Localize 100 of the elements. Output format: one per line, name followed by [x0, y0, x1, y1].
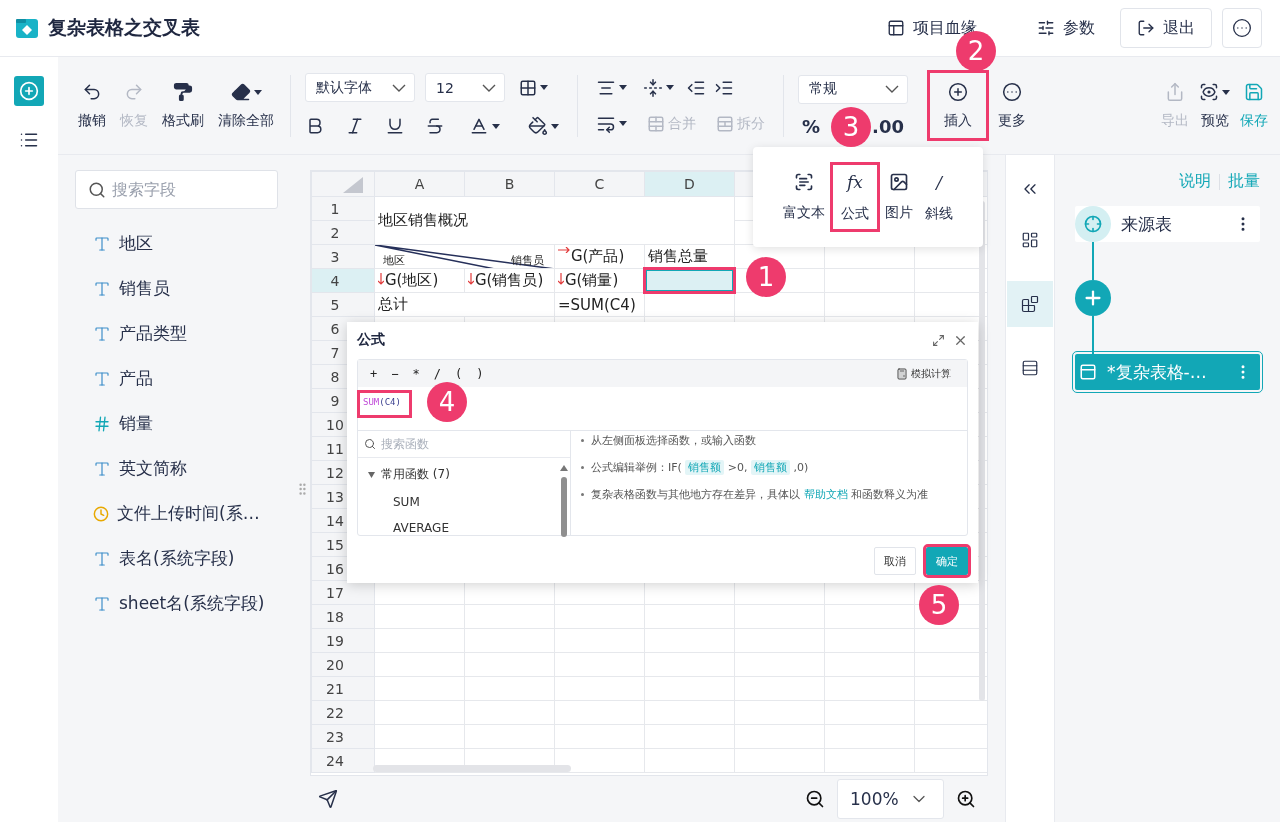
side-tab[interactable]	[1007, 281, 1053, 327]
bullet	[581, 439, 584, 442]
field-tag: 销售额	[685, 460, 725, 475]
plus-icon	[19, 81, 39, 101]
operator-button[interactable]: *	[410, 366, 422, 381]
node-label: 来源表	[1121, 212, 1172, 236]
operator-button[interactable]: )	[474, 366, 486, 381]
selected-cell[interactable]	[644, 268, 735, 293]
more-icon	[1002, 82, 1022, 102]
cancel-button[interactable]: 取消	[874, 547, 916, 575]
chevron-down-icon	[885, 85, 899, 93]
field-item[interactable]: 销售员	[75, 266, 278, 311]
search-field[interactable]: 搜索字段	[112, 180, 262, 199]
number-type-icon	[93, 414, 111, 433]
field-item[interactable]: 文件上传时间(系…	[75, 491, 278, 536]
field-name: 英文简称	[119, 457, 187, 480]
expand-down-icon	[558, 273, 564, 285]
field-item[interactable]: 英文简称	[75, 446, 278, 491]
flow-node[interactable]: 来源表	[1075, 206, 1260, 242]
column-header[interactable]: B	[464, 171, 555, 197]
field-item[interactable]: 销量	[75, 401, 278, 446]
underline-icon[interactable]	[385, 116, 405, 136]
image-icon	[889, 172, 909, 192]
caret-icon	[619, 121, 627, 126]
operator-button[interactable]: (	[452, 366, 465, 381]
send-icon[interactable]	[318, 789, 338, 809]
operator-button[interactable]: −	[389, 366, 401, 381]
italic-icon[interactable]	[345, 116, 365, 136]
simulate-button[interactable]: 模拟计算	[890, 365, 957, 382]
row-number: 4	[311, 268, 375, 293]
add-node-button[interactable]	[1075, 280, 1111, 316]
field-item[interactable]: 产品类型	[75, 311, 278, 356]
border-icon	[519, 78, 537, 97]
font-size-select[interactable]: 12	[425, 73, 505, 102]
table-cell: 总计	[374, 292, 555, 317]
merge-icon	[647, 114, 665, 133]
insert-button[interactable]: 插入	[930, 73, 986, 138]
maximize-icon[interactable]	[932, 333, 945, 347]
field-name: 产品类型	[119, 322, 187, 345]
table-cell: G(产品)	[571, 247, 625, 265]
field-item[interactable]: 表名(系统字段)	[75, 536, 278, 581]
field-item[interactable]: sheet名(系统字段)	[75, 581, 278, 626]
column-header[interactable]: C	[554, 171, 645, 197]
connector-line	[1092, 316, 1094, 354]
percent-button[interactable]: %	[798, 115, 825, 137]
field-item[interactable]: 产品	[75, 356, 278, 401]
search-box[interactable]: 搜索字段	[75, 170, 278, 209]
more-button[interactable]	[1222, 8, 1262, 48]
blocks-icon	[1021, 295, 1039, 313]
add-button[interactable]	[14, 76, 44, 106]
column-header[interactable]: A	[374, 171, 465, 197]
exit-button[interactable]: 退出	[1120, 8, 1212, 48]
clock-icon	[93, 505, 109, 522]
scan-text-icon	[794, 172, 814, 192]
text-type-icon	[93, 324, 111, 343]
text-type-icon	[93, 459, 111, 478]
table-cell: G(销量)	[565, 271, 619, 289]
hint-text: 公式编辑举例：IF( 销售额 >0, 销售额 ,0)	[591, 460, 809, 475]
number-format-select[interactable]: 常规	[798, 74, 908, 104]
expand-triangle-icon	[368, 471, 375, 478]
save-icon	[1244, 82, 1264, 102]
lineage-icon	[887, 19, 905, 37]
field-item[interactable]: 地区	[75, 221, 278, 266]
text-type-icon	[93, 234, 111, 253]
column-header[interactable]: D	[644, 171, 735, 197]
table-cell: =SUM(C4)	[554, 292, 645, 317]
vertical-align-icon	[643, 77, 663, 98]
undo-icon	[82, 82, 102, 102]
table-icon	[1079, 363, 1097, 381]
caret-icon	[1222, 89, 1230, 95]
list-icon[interactable]	[19, 130, 39, 150]
export-icon	[1165, 82, 1185, 102]
toolbar-button[interactable]: 清除全部	[216, 77, 276, 134]
plus-icon	[948, 82, 968, 102]
row-number: 20	[311, 652, 375, 677]
zoom-in-icon[interactable]	[956, 789, 976, 809]
more-button[interactable]: 更多	[996, 77, 1028, 134]
strikethrough-icon[interactable]	[425, 116, 445, 136]
zoom-out-icon[interactable]	[805, 789, 825, 809]
font-family-select[interactable]: 默认字体	[305, 73, 415, 102]
app-title: 复杂表格之交叉表	[48, 15, 200, 40]
menu-item[interactable]: fx 公式	[833, 165, 877, 229]
toolbar-button[interactable]: 预览	[1197, 77, 1232, 134]
field-name: 产品	[119, 367, 153, 390]
chevron-down-icon	[392, 83, 406, 92]
toolbar-button[interactable]: 撤销	[76, 77, 108, 134]
text-type-icon	[93, 594, 111, 613]
table-cell: G(销售员)	[475, 271, 544, 289]
toolbar-button[interactable]: 格式刷	[160, 77, 206, 134]
sliders-icon	[1037, 19, 1055, 37]
caret-icon	[253, 89, 262, 95]
more-icon	[1232, 18, 1252, 38]
text-type-icon	[93, 279, 111, 298]
calculator-icon	[896, 367, 908, 380]
zoom-select[interactable]: 100%	[837, 779, 944, 819]
operator-button[interactable]: /	[431, 366, 443, 381]
glyph-icon: fx	[847, 171, 863, 193]
function-search-field[interactable]: 搜索函数	[381, 435, 491, 453]
field-name: 销售员	[119, 277, 170, 300]
decimal-button[interactable]: .00	[868, 115, 908, 137]
